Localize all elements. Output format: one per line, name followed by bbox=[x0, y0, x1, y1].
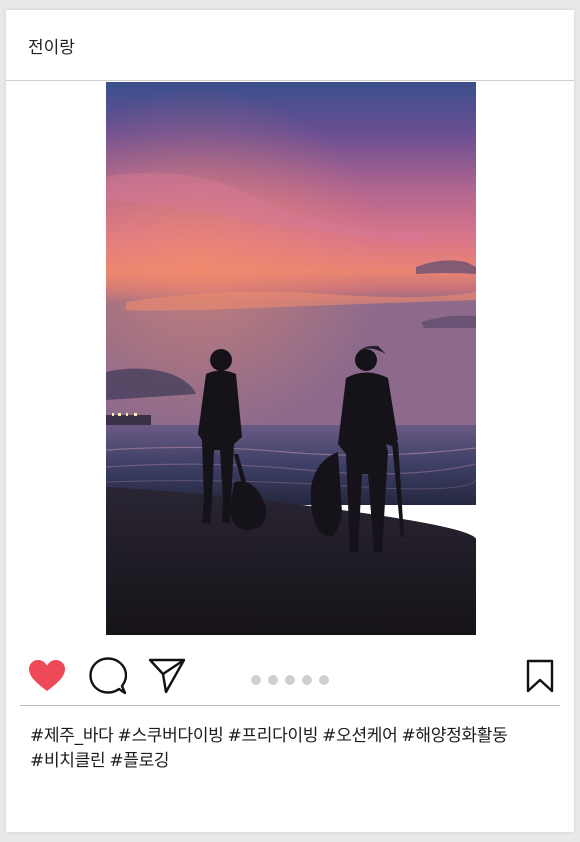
hashtag-link[interactable]: #제주_바다 bbox=[30, 726, 114, 746]
bookmark-icon bbox=[526, 659, 554, 693]
like-button[interactable] bbox=[27, 656, 67, 696]
hashtag-link[interactable]: #해양정화활동 bbox=[401, 726, 507, 746]
paper-plane-icon bbox=[148, 658, 186, 694]
carousel-dot bbox=[251, 675, 261, 685]
hashtag-link[interactable]: #비치클린 bbox=[30, 751, 106, 771]
caption-divider bbox=[20, 705, 560, 706]
carousel-dot bbox=[285, 675, 295, 685]
post-header: 전이랑 bbox=[6, 10, 574, 81]
hashtag-link[interactable]: #스쿠버다이빙 bbox=[118, 726, 224, 746]
save-button[interactable] bbox=[520, 656, 560, 696]
sunset-beach-photo bbox=[106, 82, 476, 635]
heart-icon bbox=[29, 660, 65, 691]
comment-bubble-icon bbox=[89, 657, 127, 695]
post-caption: #제주_바다 #스쿠버다이빙 #프리다이빙 #오션케어 #해양정화활동 #비치클린 #플로깅 bbox=[30, 724, 550, 774]
hashtag-link[interactable]: #프리다이빙 bbox=[228, 726, 319, 746]
username[interactable]: 전이랑 bbox=[28, 33, 75, 58]
hashtag-link[interactable]: #플로깅 bbox=[109, 751, 169, 771]
post-photo[interactable] bbox=[106, 82, 476, 635]
carousel-dot bbox=[319, 675, 329, 685]
post-action-bar bbox=[6, 646, 574, 706]
comment-button[interactable] bbox=[88, 656, 128, 696]
share-button[interactable] bbox=[147, 656, 187, 696]
carousel-indicator bbox=[251, 675, 329, 685]
carousel-dot bbox=[268, 675, 278, 685]
carousel-dot bbox=[302, 675, 312, 685]
post-card: 전이랑 #제주_바다 #스쿠버다이빙 #프리다이빙 #오션케어 #해양정화활동 … bbox=[6, 10, 574, 832]
hashtag-link[interactable]: #오션케어 bbox=[322, 726, 398, 746]
